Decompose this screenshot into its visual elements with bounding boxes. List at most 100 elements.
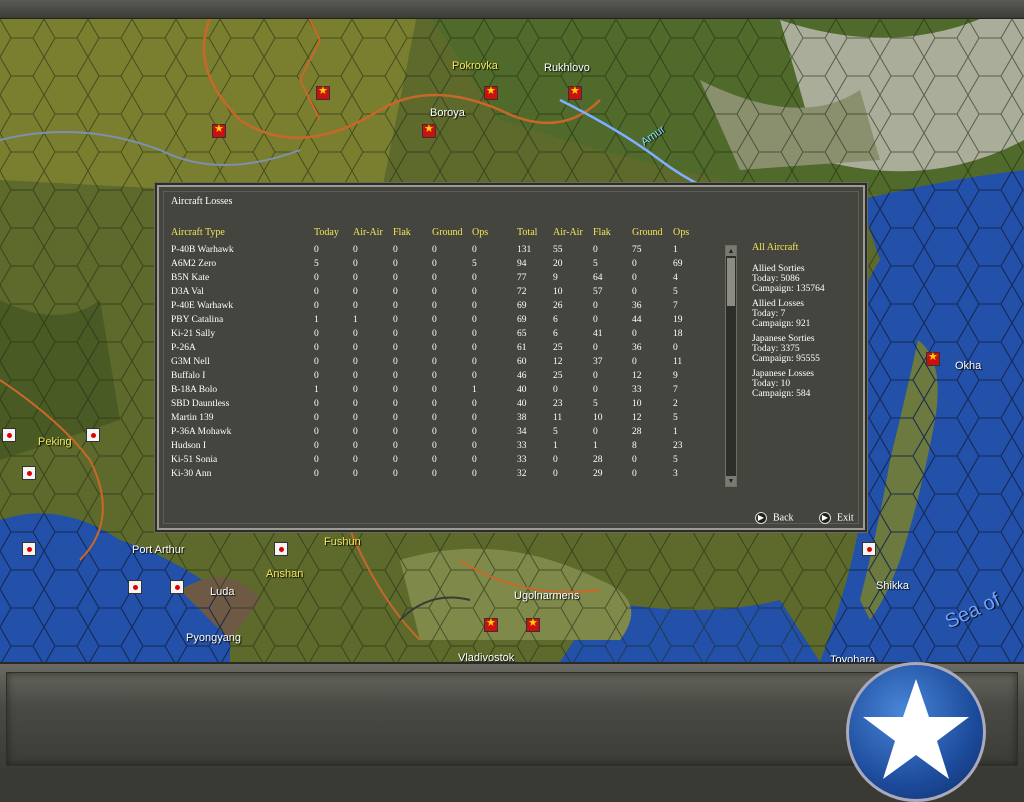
japanese-unit-icon[interactable] — [86, 428, 100, 442]
table-cell: 41 — [593, 329, 603, 339]
table-cell: 0 — [353, 455, 358, 465]
scroll-up-icon[interactable]: ▲ — [726, 246, 736, 256]
map-label: Pokrovka — [452, 60, 498, 72]
table-cell: 0 — [353, 287, 358, 297]
table-cell: 12 — [632, 371, 642, 381]
table-cell: 0 — [353, 441, 358, 451]
table-cell: 1 — [314, 315, 319, 325]
summary-today: Today: 3375 — [752, 344, 800, 354]
scroll-thumb[interactable] — [727, 258, 735, 306]
table-cell: 61 — [517, 343, 527, 353]
table-cell: 32 — [517, 469, 527, 479]
column-header[interactable]: Total — [517, 227, 537, 238]
dialog-title: Aircraft Losses — [171, 196, 233, 207]
japanese-unit-icon[interactable] — [862, 542, 876, 556]
table-cell: 0 — [393, 413, 398, 423]
column-header[interactable]: Flak — [593, 227, 611, 238]
column-header[interactable]: Ground — [632, 227, 663, 238]
map-label: Pyongyang — [186, 632, 242, 644]
table-cell: 0 — [632, 273, 637, 283]
table-cell: 18 — [673, 329, 683, 339]
table-cell: 6 — [553, 329, 558, 339]
table-cell: 75 — [632, 245, 642, 255]
aircraft-type-cell: Buffalo I — [171, 371, 206, 381]
column-header[interactable]: Flak — [393, 227, 411, 238]
table-cell: 46 — [517, 371, 527, 381]
table-cell: 0 — [472, 427, 477, 437]
japanese-unit-icon[interactable] — [22, 466, 36, 480]
all-aircraft-heading[interactable]: All Aircraft — [752, 242, 798, 253]
scroll-down-icon[interactable]: ▼ — [726, 476, 736, 486]
allied-unit-icon[interactable] — [212, 122, 226, 138]
map-label: Ugolnarmens — [514, 590, 580, 602]
table-cell: 0 — [432, 371, 437, 381]
table-cell: 0 — [353, 245, 358, 255]
exit-arrow-icon: ▶ — [819, 512, 831, 524]
table-cell: 3 — [673, 469, 678, 479]
japanese-unit-icon[interactable] — [128, 580, 142, 594]
table-cell: 1 — [353, 315, 358, 325]
table-cell: 0 — [314, 343, 319, 353]
table-cell: 0 — [432, 273, 437, 283]
table-cell: 5 — [314, 259, 319, 269]
table-cell: 0 — [593, 343, 598, 353]
table-cell: 0 — [432, 427, 437, 437]
column-header[interactable]: Today — [314, 227, 339, 238]
japanese-unit-icon[interactable] — [2, 428, 16, 442]
table-cell: 36 — [632, 301, 642, 311]
table-cell: 1 — [673, 427, 678, 437]
table-cell: 0 — [353, 413, 358, 423]
table-cell: 0 — [393, 287, 398, 297]
table-cell: 0 — [472, 371, 477, 381]
japanese-unit-icon[interactable] — [170, 580, 184, 594]
table-cell: 7 — [673, 385, 678, 395]
table-cell: 0 — [314, 301, 319, 311]
table-cell: 36 — [632, 343, 642, 353]
allied-unit-icon[interactable] — [422, 122, 436, 138]
table-cell: 11 — [673, 357, 683, 367]
table-cell: 94 — [517, 259, 527, 269]
summary-campaign: Campaign: 921 — [752, 319, 811, 329]
allied-unit-icon[interactable] — [926, 350, 940, 366]
table-scrollbar[interactable]: ▲ ▼ — [725, 245, 737, 487]
exit-button[interactable]: ▶ Exit — [819, 512, 854, 524]
table-cell: 0 — [314, 427, 319, 437]
summary-title: Allied Losses — [752, 299, 804, 309]
column-header[interactable]: Air-Air — [353, 227, 383, 238]
column-header[interactable]: Aircraft Type — [171, 227, 225, 238]
japanese-unit-icon[interactable] — [274, 542, 288, 556]
table-cell: 10 — [632, 399, 642, 409]
allied-unit-icon[interactable] — [484, 616, 498, 632]
table-cell: 0 — [432, 413, 437, 423]
table-cell: 0 — [593, 315, 598, 325]
column-header[interactable]: Ops — [472, 227, 488, 238]
table-cell: 0 — [393, 455, 398, 465]
table-cell: 0 — [632, 329, 637, 339]
column-header[interactable]: Ground — [432, 227, 463, 238]
table-cell: 1 — [472, 385, 477, 395]
table-cell: 0 — [314, 357, 319, 367]
column-header[interactable]: Ops — [673, 227, 689, 238]
table-cell: 0 — [353, 343, 358, 353]
table-cell: 5 — [472, 259, 477, 269]
allied-unit-icon[interactable] — [316, 84, 330, 100]
allied-unit-icon[interactable] — [484, 84, 498, 100]
table-cell: 0 — [314, 413, 319, 423]
top-bar — [0, 0, 1024, 19]
table-cell: 0 — [393, 441, 398, 451]
summary-title: Japanese Losses — [752, 369, 814, 379]
table-cell: 40 — [517, 399, 527, 409]
japanese-unit-icon[interactable] — [22, 542, 36, 556]
table-cell: 0 — [632, 455, 637, 465]
table-cell: 0 — [314, 455, 319, 465]
table-cell: 0 — [432, 385, 437, 395]
table-cell: 0 — [393, 315, 398, 325]
table-cell: 0 — [393, 371, 398, 381]
back-button[interactable]: ▶ Back — [755, 512, 794, 524]
column-header[interactable]: Air-Air — [553, 227, 583, 238]
table-cell: 0 — [472, 287, 477, 297]
aircraft-type-cell: A6M2 Zero — [171, 259, 217, 269]
allied-unit-icon[interactable] — [526, 616, 540, 632]
summary-campaign: Campaign: 584 — [752, 389, 811, 399]
allied-unit-icon[interactable] — [568, 84, 582, 100]
